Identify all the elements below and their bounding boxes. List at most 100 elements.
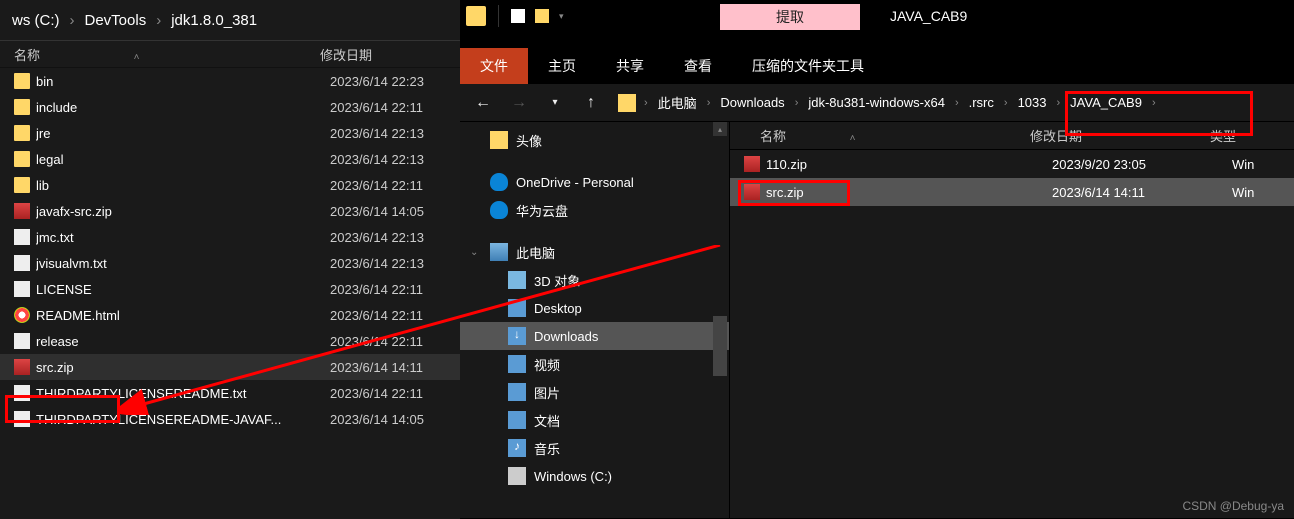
file-row[interactable]: include 2023/6/14 22:11 <box>0 94 460 120</box>
breadcrumb-item[interactable]: JAVA_CAB9 <box>1062 91 1150 114</box>
breadcrumb-item[interactable]: .rsrc <box>961 91 1002 114</box>
forward-button[interactable]: → <box>510 94 528 112</box>
file-row[interactable]: 110.zip 2023/9/20 23:05 Win <box>730 150 1294 178</box>
file-row[interactable]: README.html 2023/6/14 22:11 <box>0 302 460 328</box>
chevron-right-icon[interactable]: › <box>793 97 801 109</box>
breadcrumb-item[interactable]: jdk1.8.0_381 <box>163 8 265 33</box>
file-row[interactable]: jmc.txt 2023/6/14 22:13 <box>0 224 460 250</box>
tab-view[interactable]: 查看 <box>664 48 732 84</box>
file-row[interactable]: jre 2023/6/14 22:13 <box>0 120 460 146</box>
file-name: bin <box>36 74 330 89</box>
file-row[interactable]: THIRDPARTYLICENSEREADME-JAVAF... 2023/6/… <box>0 406 460 432</box>
nav-item[interactable]: Desktop <box>460 294 729 322</box>
breadcrumb-item[interactable]: jdk-8u381-windows-x64 <box>800 91 953 114</box>
breadcrumb-item[interactable]: 1033 <box>1010 91 1055 114</box>
txt-icon <box>14 281 30 297</box>
properties-icon[interactable] <box>511 9 525 23</box>
left-column-header[interactable]: 名称 ˄ 修改日期 <box>0 40 460 68</box>
file-row[interactable]: lib 2023/6/14 22:11 <box>0 172 460 198</box>
up-button[interactable]: ↑ <box>582 94 600 112</box>
txt-icon <box>14 333 30 349</box>
column-name-header[interactable]: 名称 ˄ <box>730 126 1030 145</box>
column-type-header[interactable]: 类型 <box>1210 126 1270 145</box>
column-date-header[interactable]: 修改日期 <box>1030 126 1210 145</box>
titlebar: ▾ 提取 JAVA_CAB9 <box>460 0 1294 48</box>
chevron-right-icon[interactable]: › <box>953 97 961 109</box>
file-name: src.zip <box>36 360 330 375</box>
file-row[interactable]: bin 2023/6/14 22:23 <box>0 68 460 94</box>
extract-context-tab[interactable]: 提取 <box>720 4 860 30</box>
file-name: src.zip <box>766 185 1052 200</box>
tab-file[interactable]: 文件 <box>460 48 528 84</box>
file-date: 2023/6/14 22:11 <box>330 178 450 193</box>
nav-label: 图片 <box>534 383 560 402</box>
tab-share[interactable]: 共享 <box>596 48 664 84</box>
recent-dropdown-icon[interactable]: ▾ <box>546 94 564 112</box>
folder-icon <box>14 177 30 193</box>
nav-item[interactable]: 图片 <box>460 378 729 406</box>
file-row[interactable]: release 2023/6/14 22:11 <box>0 328 460 354</box>
file-row[interactable]: src.zip 2023/6/14 14:11 <box>0 354 460 380</box>
file-row[interactable]: jvisualvm.txt 2023/6/14 22:13 <box>0 250 460 276</box>
nav-item[interactable]: ⌄此电脑 <box>460 238 729 266</box>
picture-icon <box>508 383 526 401</box>
dropdown-icon[interactable]: ▾ <box>559 11 564 22</box>
back-button[interactable]: ← <box>474 94 492 112</box>
chevron-right-icon[interactable]: › <box>642 97 650 109</box>
file-row[interactable]: legal 2023/6/14 22:13 <box>0 146 460 172</box>
new-folder-icon[interactable] <box>535 9 549 23</box>
nav-label: 华为云盘 <box>516 201 568 220</box>
file-row[interactable]: src.zip 2023/6/14 14:11 Win <box>730 178 1294 206</box>
file-date: 2023/6/14 14:11 <box>330 360 450 375</box>
file-date: 2023/6/14 22:11 <box>330 308 450 323</box>
nav-item[interactable]: 3D 对象 <box>460 266 729 294</box>
nav-label: 视频 <box>534 355 560 374</box>
chevron-right-icon[interactable]: › <box>1002 97 1010 109</box>
nav-item[interactable]: 华为云盘 <box>460 196 729 224</box>
tab-home[interactable]: 主页 <box>528 48 596 84</box>
nav-label: 音乐 <box>534 439 560 458</box>
file-list-pane: 名称 ˄ 修改日期 类型 110.zip 2023/9/20 23:05 Win… <box>730 122 1294 518</box>
cloud2-icon <box>490 201 508 219</box>
file-row[interactable]: javafx-src.zip 2023/6/14 14:05 <box>0 198 460 224</box>
chevron-right-icon[interactable]: › <box>1054 97 1062 109</box>
zip-icon <box>744 184 760 200</box>
nav-item[interactable]: Downloads <box>460 322 729 350</box>
file-row[interactable]: LICENSE 2023/6/14 22:11 <box>0 276 460 302</box>
nav-label: OneDrive - Personal <box>516 175 634 190</box>
breadcrumb-item[interactable]: Downloads <box>712 91 792 114</box>
left-breadcrumb[interactable]: ws (C:) › DevTools › jdk1.8.0_381 <box>0 0 460 40</box>
chevron-right-icon[interactable]: › <box>705 97 713 109</box>
txt-icon <box>14 411 30 427</box>
scroll-thumb[interactable] <box>713 316 727 376</box>
file-date: 2023/6/14 22:11 <box>330 100 450 115</box>
column-date-header[interactable]: 修改日期 <box>320 45 440 64</box>
scroll-up-icon[interactable]: ▴ <box>713 122 727 136</box>
folder-icon <box>14 125 30 141</box>
nav-item[interactable]: 文档 <box>460 406 729 434</box>
breadcrumb-item[interactable]: DevTools <box>77 8 155 33</box>
ribbon-context-label[interactable]: 压缩的文件夹工具 <box>732 48 884 84</box>
column-name-header[interactable]: 名称 ˄ <box>0 45 320 64</box>
chevron-right-icon[interactable]: › <box>1150 97 1158 109</box>
ribbon-tabs: 文件 主页 共享 查看 压缩的文件夹工具 <box>460 48 1294 84</box>
file-row[interactable]: THIRDPARTYLICENSEREADME.txt 2023/6/14 22… <box>0 380 460 406</box>
sort-ascending-icon: ˄ <box>790 133 856 144</box>
nav-item[interactable]: 视频 <box>460 350 729 378</box>
nav-item[interactable]: 头像 <box>460 126 729 154</box>
right-column-header[interactable]: 名称 ˄ 修改日期 类型 <box>730 122 1294 150</box>
nav-label: 3D 对象 <box>534 271 580 290</box>
chevron-right-icon: › <box>154 12 163 29</box>
nav-item[interactable]: Windows (C:) <box>460 462 729 490</box>
breadcrumb-item[interactable]: ws (C:) <box>4 8 68 33</box>
nav-item[interactable]: OneDrive - Personal <box>460 168 729 196</box>
zip-icon <box>744 156 760 172</box>
nav-item[interactable]: 音乐 <box>460 434 729 462</box>
address-bar[interactable]: › 此电脑 › Downloads › jdk-8u381-windows-x6… <box>618 89 1294 116</box>
scrollbar[interactable]: ▴ <box>713 122 727 518</box>
file-name: README.html <box>36 308 330 323</box>
breadcrumb-item[interactable]: 此电脑 <box>650 89 705 116</box>
expand-icon[interactable]: ⌄ <box>470 247 482 258</box>
file-date: 2023/6/14 22:11 <box>330 334 450 349</box>
pc-icon <box>490 243 508 261</box>
